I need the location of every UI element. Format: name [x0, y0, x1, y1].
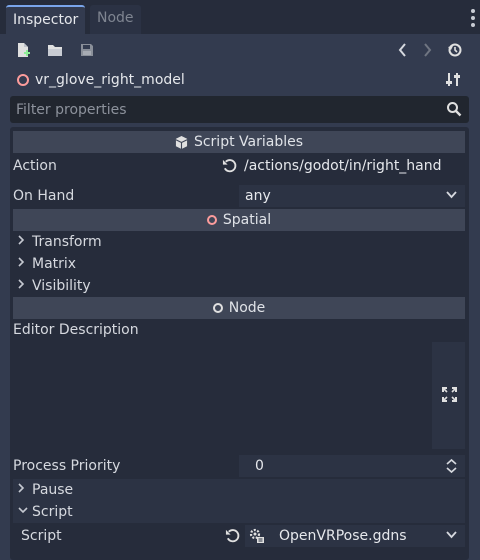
open-folder-icon[interactable] [44, 39, 66, 61]
section-title: Spatial [222, 212, 272, 228]
section-title: Script Variables [193, 134, 304, 150]
editor-description-textarea[interactable] [13, 342, 432, 449]
chevron-right-icon [18, 275, 25, 297]
revert-icon[interactable] [222, 158, 237, 177]
action-value[interactable]: /actions/godot/in/right_hand [244, 155, 442, 177]
filter-properties-input[interactable] [16, 96, 436, 123]
property-label: Process Priority [13, 458, 121, 474]
group-pause[interactable]: Pause [13, 479, 465, 501]
tab-inspector[interactable]: Inspector [6, 5, 86, 34]
group-label: Visibility [32, 278, 91, 294]
group-label: Matrix [32, 256, 77, 272]
menu-kebab-icon[interactable] [471, 9, 475, 27]
script-resource-picker[interactable]: OpenVRPose.gdns [245, 525, 465, 547]
property-label: Action [13, 158, 57, 174]
group-transform[interactable]: Transform [13, 231, 465, 253]
search-icon [446, 101, 462, 121]
history-forward-icon[interactable] [416, 39, 438, 61]
object-name: vr_glove_right_model [35, 72, 185, 88]
section-node: Node [13, 297, 465, 319]
object-selector[interactable]: vr_glove_right_model [0, 66, 480, 94]
property-label: Script [21, 528, 62, 544]
expand-icon [442, 387, 457, 406]
save-icon[interactable] [76, 39, 98, 61]
revert-icon[interactable] [225, 528, 240, 547]
chevron-down-icon [446, 185, 457, 207]
process-priority-spinbox[interactable]: 0 [239, 455, 465, 477]
group-matrix[interactable]: Matrix [13, 253, 465, 275]
group-script[interactable]: Script [13, 501, 465, 523]
chevron-right-icon [18, 479, 25, 501]
chevron-down-icon [18, 501, 28, 523]
property-process-priority: Process Priority 0 [13, 455, 465, 477]
script-box-icon [175, 135, 188, 149]
chevron-down-icon [446, 525, 457, 547]
on-hand-dropdown[interactable]: any [239, 185, 465, 207]
section-spatial: Spatial [13, 209, 465, 231]
spatial-node-icon [17, 74, 29, 86]
group-visibility[interactable]: Visibility [13, 275, 465, 297]
chevron-right-icon [18, 253, 25, 275]
property-action: Action /actions/godot/in/right_hand [13, 155, 465, 177]
on-hand-value: any [245, 188, 271, 204]
script-file-name: OpenVRPose.gdns [279, 528, 407, 544]
history-back-icon[interactable] [392, 39, 414, 61]
property-script: Script OpenVRPose.gdns [13, 525, 465, 547]
property-label: Editor Description [13, 322, 139, 338]
history-icon[interactable] [444, 39, 466, 61]
expand-editor-button[interactable] [432, 342, 465, 449]
spatial-icon [206, 215, 217, 225]
group-label: Script [32, 504, 73, 520]
chevron-right-icon [18, 231, 25, 253]
object-properties-icon[interactable] [446, 70, 462, 92]
process-priority-value: 0 [255, 458, 264, 474]
group-label: Transform [32, 234, 102, 250]
filter-properties-field[interactable] [10, 96, 469, 123]
new-resource-icon[interactable] [12, 39, 34, 61]
node-icon [212, 303, 223, 313]
property-label: On Hand [13, 188, 75, 204]
section-script-variables: Script Variables [13, 131, 465, 153]
property-on-hand: On Hand any [13, 185, 465, 207]
section-title: Node [228, 300, 266, 316]
tab-node[interactable]: Node [90, 5, 141, 34]
property-editor-description-label-row: Editor Description [13, 319, 465, 341]
group-label: Pause [32, 482, 74, 498]
native-script-icon [249, 528, 265, 551]
